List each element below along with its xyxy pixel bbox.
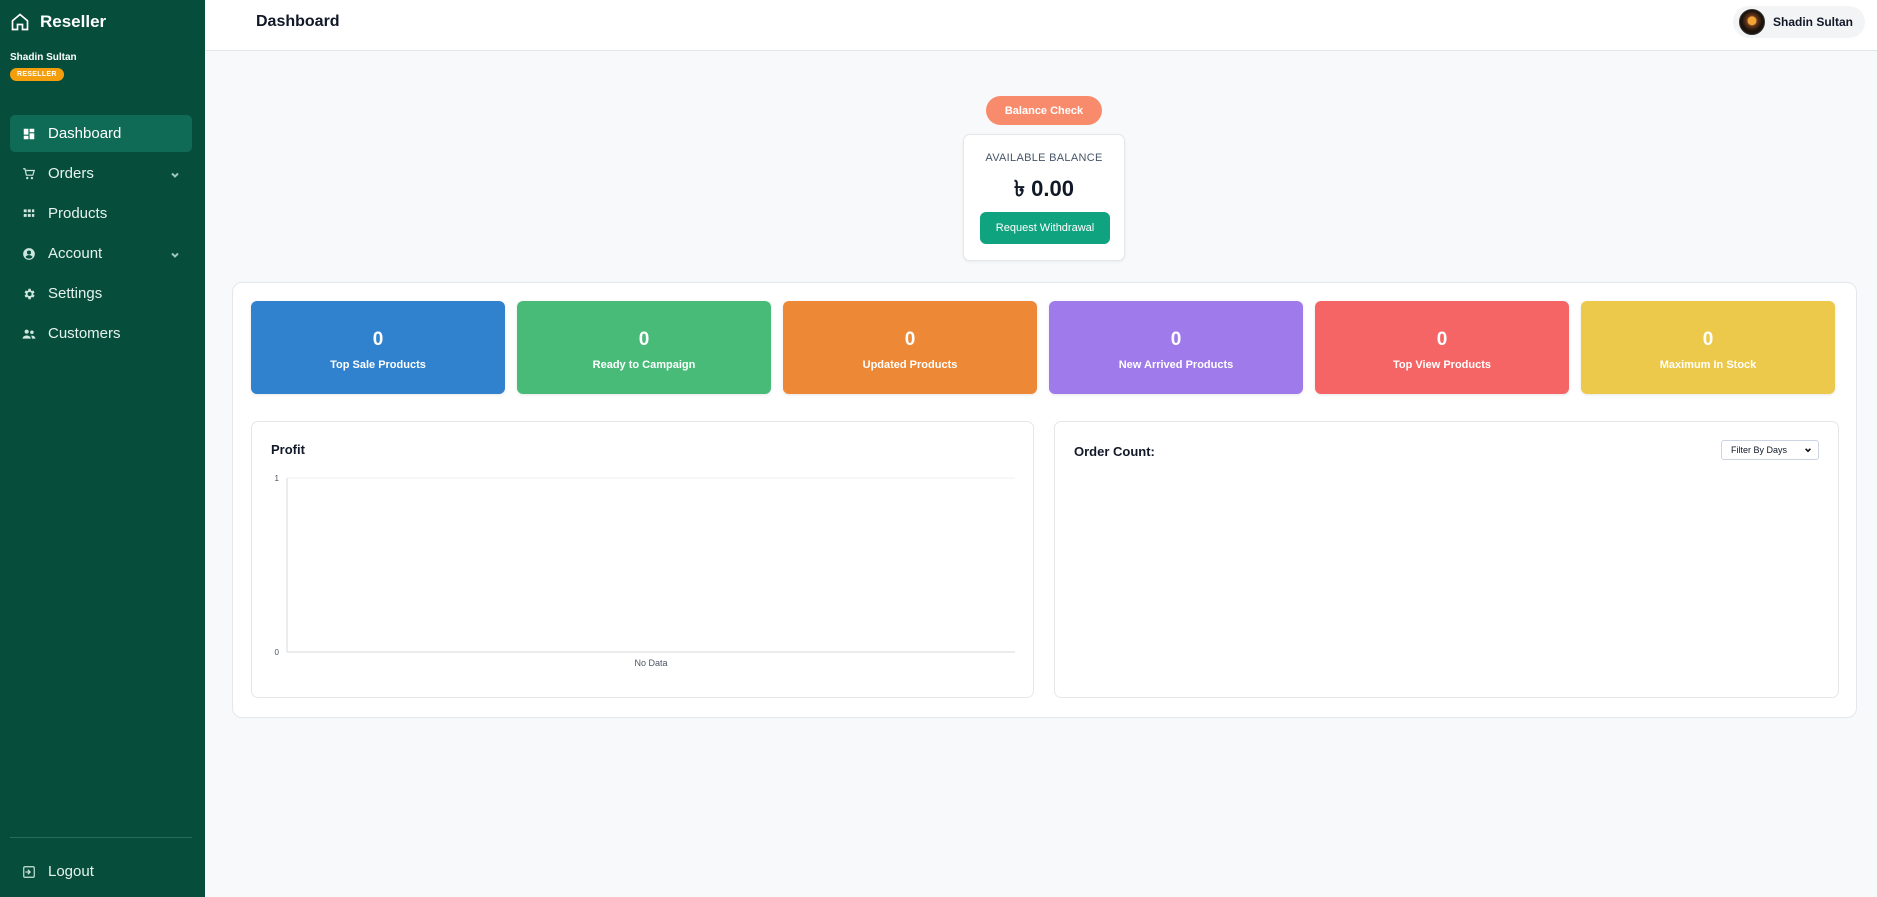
sidebar: Reseller Shadin Sultan RESELLER Dashboar… [0, 0, 205, 897]
home-icon [11, 13, 29, 31]
y-tick-label: 1 [275, 474, 280, 483]
stat-value: 0 [1702, 329, 1714, 350]
sidebar-item-account[interactable]: Account [10, 235, 192, 272]
sidebar-user-name: Shadin Sultan [10, 52, 77, 63]
stat-card-top-view[interactable]: 0 Top View Products [1315, 301, 1569, 394]
balance-label: AVAILABLE BALANCE [985, 152, 1103, 164]
brand[interactable]: Reseller [10, 12, 106, 32]
user-menu-name: Shadin Sultan [1772, 15, 1853, 29]
page-title: Dashboard [256, 13, 340, 30]
profit-chart: 1 0 No Data [275, 474, 1015, 668]
chevron-down-icon [1805, 448, 1811, 453]
avatar [1738, 9, 1765, 35]
sidebar-item-label: Account [48, 245, 103, 262]
sidebar-item-settings[interactable]: Settings [10, 275, 192, 312]
stat-card-maximum-in-stock[interactable]: 0 Maximum In Stock [1581, 301, 1835, 394]
logout-icon [22, 865, 36, 879]
stat-card-updated-products[interactable]: 0 Updated Products [783, 301, 1037, 394]
sidebar-item-label: Products [48, 205, 108, 222]
brand-name: Reseller [40, 12, 107, 31]
sidebar-item-label: Settings [48, 285, 103, 302]
role-badge: RESELLER [10, 68, 64, 81]
sidebar-item-dashboard[interactable]: Dashboard [10, 115, 192, 152]
logout-label: Logout [48, 863, 94, 880]
sidebar-nav: Dashboard Orders Products Account Settin… [10, 115, 192, 355]
cart-icon [22, 167, 36, 181]
sidebar-item-label: Customers [48, 325, 121, 342]
stat-label: Ready to Campaign [592, 359, 696, 371]
dashboard-icon [22, 127, 36, 141]
x-tick-label: No Data [634, 658, 667, 668]
sidebar-item-orders[interactable]: Orders [10, 155, 192, 192]
user-menu[interactable]: Shadin Sultan [1732, 6, 1865, 38]
logout-button[interactable]: Logout [10, 853, 192, 890]
user-circle-icon [22, 247, 36, 261]
order-count-title: Order Count: [1074, 444, 1155, 459]
stat-value: 0 [1170, 329, 1182, 350]
gear-icon [22, 287, 36, 301]
users-icon [22, 327, 36, 341]
stat-value: 0 [372, 329, 384, 350]
stat-value: 0 [1436, 329, 1448, 350]
chevron-down-icon [170, 167, 180, 178]
filter-by-days-select[interactable]: Filter By Days [1721, 440, 1819, 460]
sidebar-divider [10, 837, 192, 838]
stat-label: Top Sale Products [330, 359, 426, 371]
stat-card-new-arrived[interactable]: 0 New Arrived Products [1049, 301, 1303, 394]
top-header: Dashboard Shadin Sultan [205, 0, 1877, 51]
profit-chart-card: Profit 1 0 No Data [251, 421, 1034, 698]
stat-card-ready-to-campaign[interactable]: 0 Ready to Campaign [517, 301, 771, 394]
chevron-down-icon [170, 247, 180, 258]
stat-value: 0 [638, 329, 650, 350]
sidebar-item-customers[interactable]: Customers [10, 315, 192, 352]
stat-label: Maximum In Stock [1659, 359, 1757, 371]
y-tick-label: 0 [275, 648, 280, 657]
stat-card-top-sale[interactable]: 0 Top Sale Products [251, 301, 505, 394]
order-count-card: Order Count: Filter By Days [1054, 421, 1839, 698]
balance-value: ৳ 0.00 [1014, 176, 1074, 201]
stat-label: Updated Products [862, 359, 958, 371]
balance-card: AVAILABLE BALANCE ৳ 0.00 Request Withdra… [963, 134, 1125, 261]
request-withdrawal-button[interactable]: Request Withdrawal [980, 212, 1110, 244]
stat-label: New Arrived Products [1118, 359, 1234, 371]
dashboard-panel: 0 Top Sale Products 0 Ready to Campaign … [232, 282, 1857, 718]
sidebar-item-label: Orders [48, 165, 94, 182]
sidebar-item-label: Dashboard [48, 125, 122, 142]
stats-row: 0 Top Sale Products 0 Ready to Campaign … [251, 301, 1835, 394]
stat-value: 0 [904, 329, 916, 350]
filter-select-value: Filter By Days [1731, 445, 1788, 455]
stat-label: Top View Products [1393, 359, 1491, 371]
balance-check-button[interactable]: Balance Check [986, 96, 1102, 125]
grid-icon [22, 207, 36, 221]
sidebar-item-products[interactable]: Products [10, 195, 192, 232]
